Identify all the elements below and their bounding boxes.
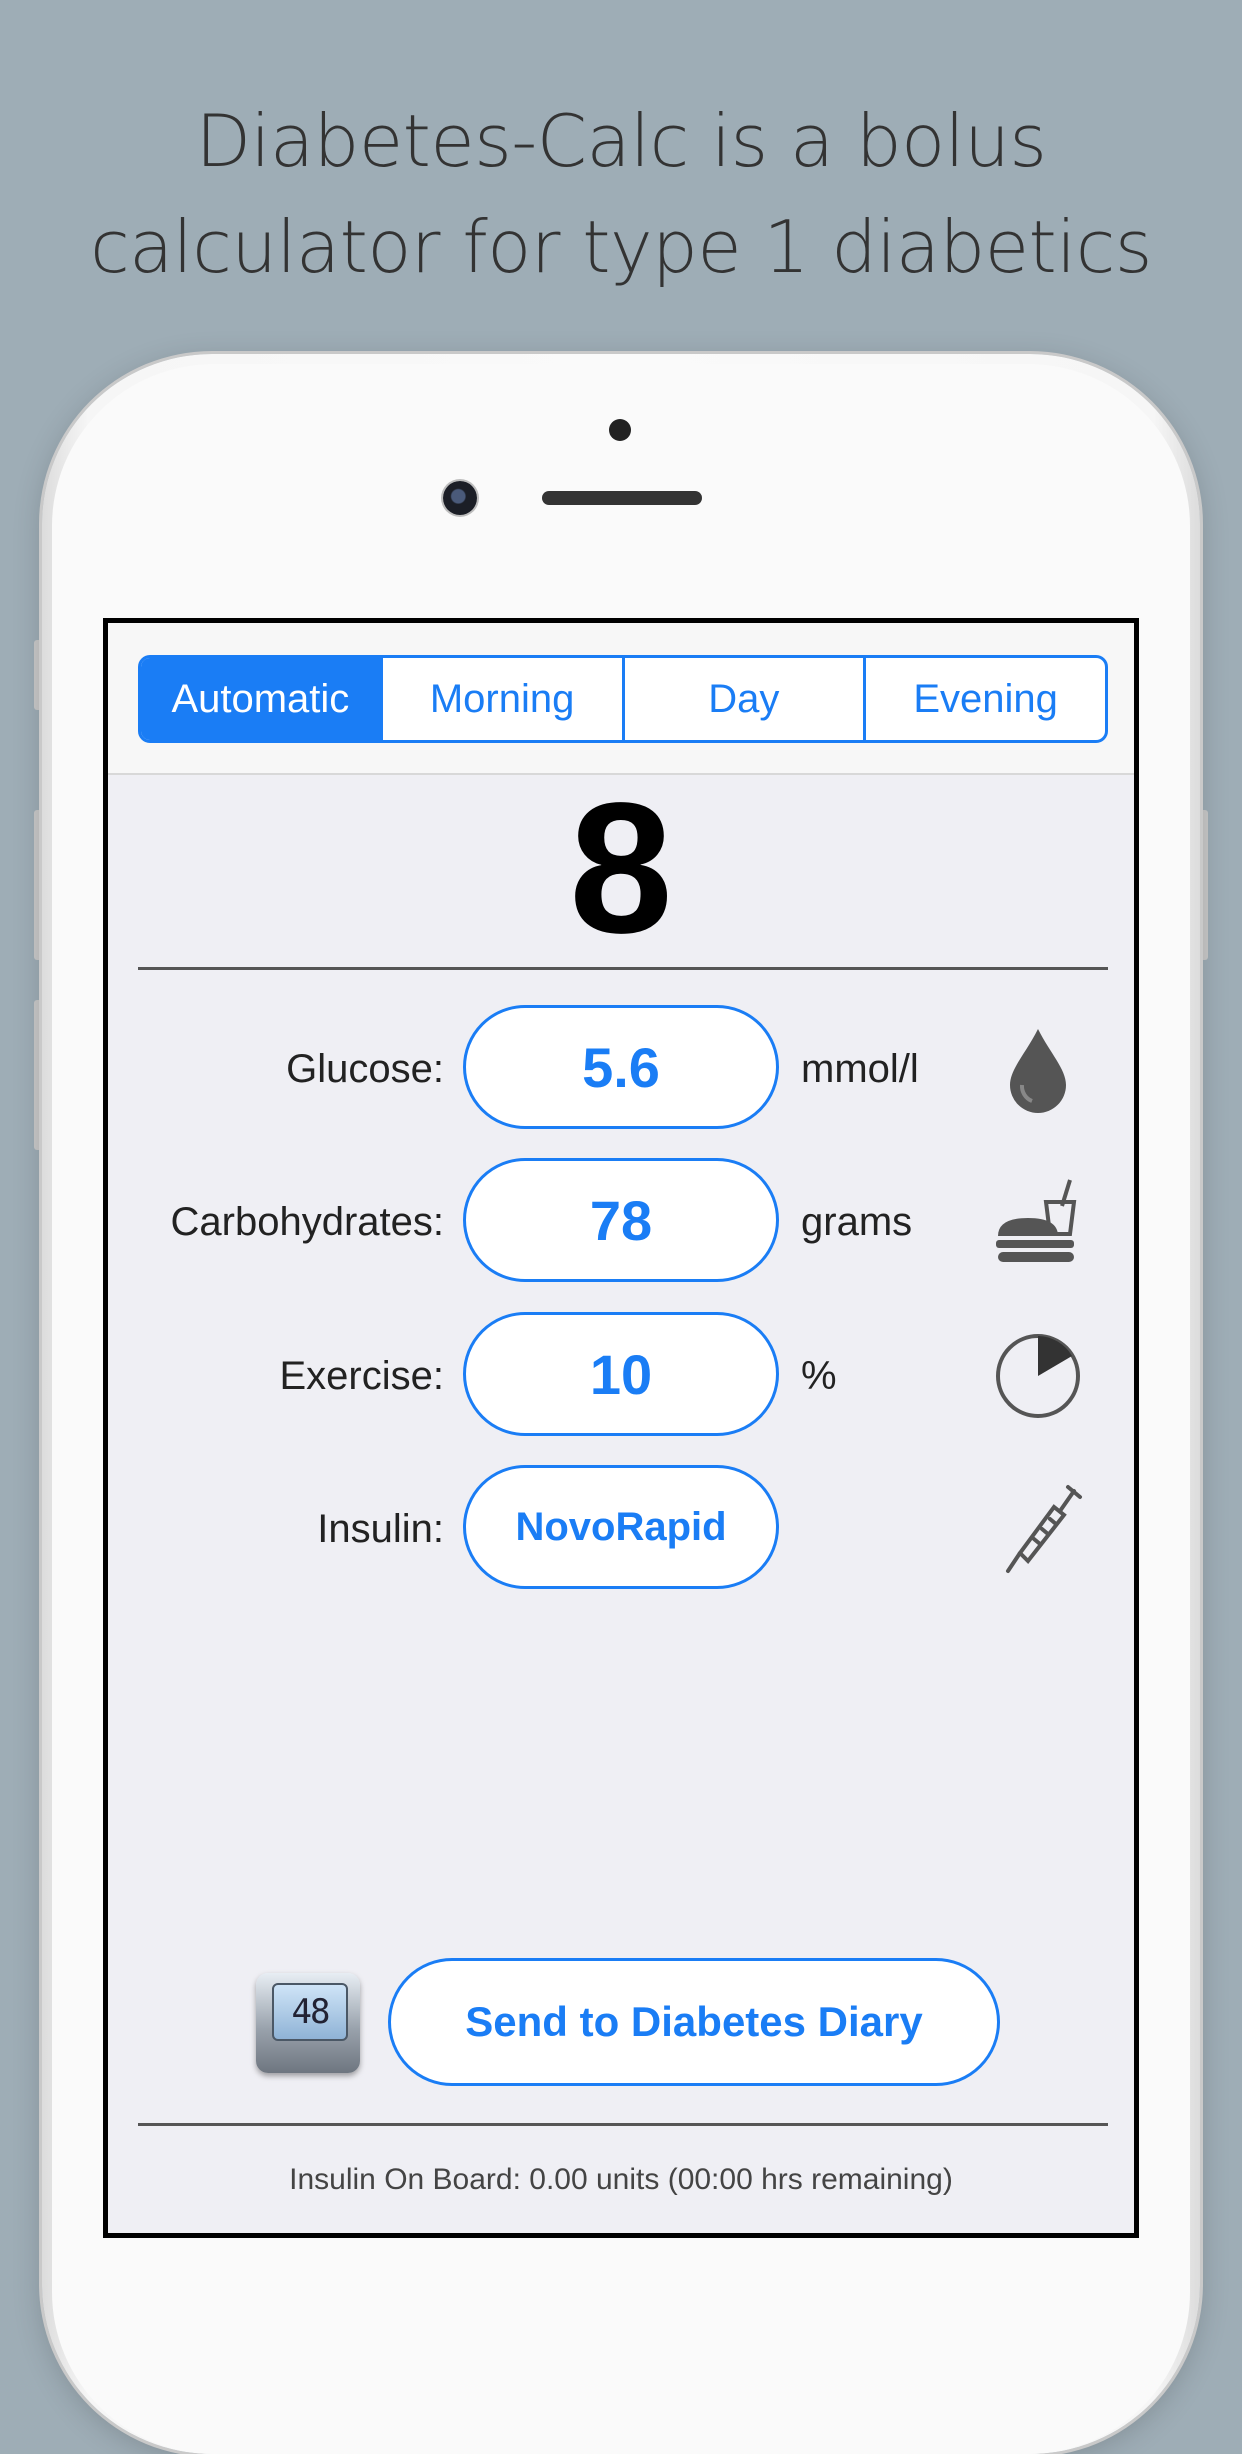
- drop-icon[interactable]: [988, 1019, 1088, 1119]
- insulin-picker[interactable]: NovoRapid: [463, 1465, 779, 1589]
- divider: [138, 967, 1108, 970]
- tab-automatic[interactable]: Automatic: [141, 658, 380, 740]
- exercise-input[interactable]: 10: [463, 1312, 779, 1436]
- divider-bottom: [138, 2123, 1108, 2126]
- exercise-row: Exercise: 10 %: [108, 1312, 1134, 1440]
- insulin-label: Insulin:: [317, 1506, 444, 1551]
- period-tab-bar: Automatic Morning Day Evening: [108, 623, 1134, 775]
- tab-evening[interactable]: Evening: [863, 658, 1105, 740]
- carbohydrates-unit: grams: [801, 1199, 913, 1244]
- syringe-icon[interactable]: [988, 1479, 1088, 1579]
- calculator-display: 48: [272, 1983, 348, 2041]
- exercise-unit: %: [801, 1353, 837, 1398]
- tab-morning[interactable]: Morning: [379, 658, 622, 740]
- phone-power-button: [1200, 810, 1208, 960]
- front-camera-icon: [443, 481, 477, 515]
- exercise-label: Exercise:: [279, 1353, 445, 1398]
- proximity-sensor: [609, 419, 631, 441]
- glucose-unit: mmol/l: [801, 1046, 919, 1091]
- app-screen: Automatic Morning Day Evening 8 Glucose:…: [103, 618, 1139, 2238]
- food-drink-icon[interactable]: [988, 1172, 1088, 1272]
- phone-volume-up: [34, 810, 42, 960]
- phone-volume-down: [34, 1000, 42, 1150]
- tab-day[interactable]: Day: [621, 658, 864, 740]
- carbohydrates-row: Carbohydrates: 78 grams: [108, 1158, 1134, 1286]
- insulin-row: Insulin: NovoRapid: [108, 1465, 1134, 1593]
- bolus-result: 8: [569, 764, 673, 972]
- headline-line-1: Diabetes-Calc is a bolus: [195, 99, 1047, 183]
- carbohydrates-input[interactable]: 78: [463, 1158, 779, 1282]
- calculator-icon[interactable]: 48: [256, 1973, 360, 2073]
- phone-mute-switch: [34, 640, 42, 710]
- glucose-input[interactable]: 5.6: [463, 1005, 779, 1129]
- period-segmented-control: Automatic Morning Day Evening: [138, 655, 1108, 743]
- pie-timer-icon[interactable]: [988, 1326, 1088, 1426]
- headline-line-2: calculator for type 1 diabetics: [90, 205, 1152, 289]
- earpiece-speaker: [542, 491, 702, 505]
- glucose-row: Glucose: 5.6 mmol/l: [108, 1005, 1134, 1133]
- carbohydrates-label: Carbohydrates:: [170, 1199, 444, 1244]
- insulin-on-board-status: Insulin On Board: 0.00 units (00:00 hrs …: [289, 2163, 953, 2196]
- headline: Diabetes-Calc is a bolus calculator for …: [0, 88, 1242, 300]
- send-to-diary-button[interactable]: Send to Diabetes Diary: [388, 1958, 1000, 2086]
- glucose-label: Glucose:: [286, 1046, 444, 1091]
